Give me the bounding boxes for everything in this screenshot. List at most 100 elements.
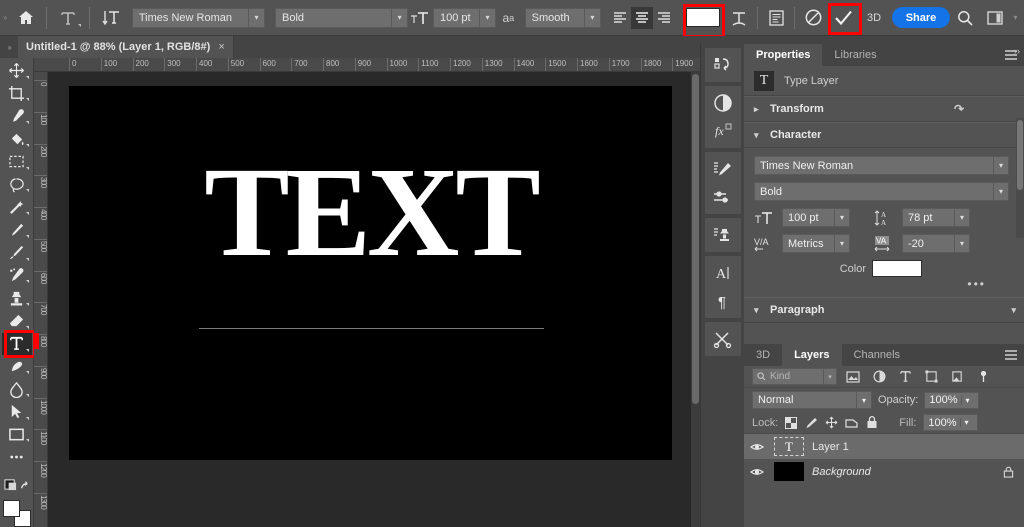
lock-position-icon[interactable]	[825, 416, 838, 429]
transform-section-header[interactable]: ▸ Transform ↷	[744, 96, 1024, 122]
clone-source-panel-icon[interactable]	[706, 221, 740, 249]
character-color-swatch[interactable]	[872, 260, 922, 277]
chevron-down-icon[interactable]: ▾	[391, 8, 408, 27]
clone-stamp-tool[interactable]	[2, 287, 32, 309]
eraser-tool[interactable]	[2, 310, 32, 332]
layer-styles-fx-icon[interactable]: fx	[706, 117, 740, 145]
character-font-style-select[interactable]: Bold ▾	[754, 182, 1009, 201]
align-left-button[interactable]	[609, 7, 631, 29]
tab-libraries[interactable]: Libraries	[822, 44, 888, 66]
chevron-down-icon[interactable]: ▾	[959, 418, 973, 427]
filter-shape-icon[interactable]	[921, 368, 941, 386]
rectangular-marquee-tool[interactable]	[2, 151, 32, 173]
chevron-down-icon[interactable]: ▾	[993, 157, 1008, 174]
toggle-text-orientation-button[interactable]	[94, 0, 128, 36]
horizontal-ruler[interactable]: 0 100 200 300 400 500 600 700 800 900 1000 1100 1200…	[34, 58, 700, 72]
warp-text-button[interactable]	[725, 3, 753, 33]
chevron-down-icon[interactable]: ▾	[856, 392, 871, 408]
chevron-down-icon[interactable]: ▾	[960, 395, 974, 405]
healing-brush-tool[interactable]	[2, 265, 32, 287]
crop-tool[interactable]	[2, 83, 32, 105]
document-tab[interactable]: Untitled-1 @ 88% (Layer 1, RGB/8#) ×	[18, 36, 234, 58]
lock-transparent-pixels-icon[interactable]	[785, 416, 798, 429]
pen-tool[interactable]	[2, 219, 32, 241]
chevron-down-icon[interactable]: ▾	[479, 8, 495, 27]
chevron-down-icon[interactable]: ▾	[834, 209, 849, 226]
fill-input[interactable]: 100% ▾	[923, 414, 978, 431]
panel-menu-icon[interactable]	[998, 44, 1024, 66]
eyedropper-tool[interactable]	[2, 105, 32, 127]
edit-toolbar-button[interactable]	[2, 446, 32, 468]
lock-all-icon[interactable]	[866, 416, 878, 429]
magic-wand-tool[interactable]	[2, 196, 32, 218]
paragraph-expand-icon[interactable]: ▾	[1011, 305, 1016, 316]
lock-image-pixels-icon[interactable]	[805, 417, 818, 429]
blend-mode-select[interactable]: Normal ▾	[752, 391, 872, 409]
table-row[interactable]: T Layer 1	[744, 434, 1024, 459]
character-kerning-select[interactable]: Metrics ▾	[782, 234, 850, 253]
commit-edits-button[interactable]	[827, 2, 862, 35]
filter-adjustment-icon[interactable]	[869, 368, 889, 386]
align-center-button[interactable]	[630, 6, 653, 29]
lasso-tool[interactable]	[2, 174, 32, 196]
chevron-down-icon[interactable]: ▾	[834, 235, 849, 252]
character-font-family-select[interactable]: Times New Roman ▾	[754, 156, 1009, 175]
blur-tool[interactable]	[2, 378, 32, 400]
layer-filter-kind-select[interactable]: Kind ▾	[752, 368, 837, 385]
close-icon[interactable]: ×	[218, 41, 224, 53]
vertical-ruler[interactable]: 0 100 200 300 400 500 600 700 800 900 1000 1100 1200…	[34, 72, 48, 527]
layer-visibility-toggle[interactable]	[750, 467, 766, 477]
dodge-tool[interactable]	[2, 356, 32, 378]
filter-enable-toggle[interactable]	[973, 368, 993, 386]
type-tool[interactable]	[1, 329, 36, 358]
font-family-select[interactable]: Times New Roman ▾	[131, 7, 266, 28]
adjustments-panel-icon[interactable]	[706, 89, 740, 117]
collapse-panels-icon[interactable]: ››	[1014, 46, 1020, 56]
panel-menu-icon[interactable]	[998, 344, 1024, 366]
share-button[interactable]: Share	[892, 7, 950, 28]
reset-icon[interactable]: ↷	[954, 102, 964, 116]
arrange-workspace-button[interactable]	[980, 3, 1010, 33]
character-leading-select[interactable]: 78 pt ▾	[902, 208, 970, 227]
chevron-down-icon[interactable]: ▾	[823, 369, 836, 384]
scrollbar-thumb[interactable]	[1017, 120, 1023, 190]
foreground-background-colors[interactable]	[2, 499, 32, 527]
layer-name[interactable]: Background	[812, 466, 871, 478]
path-selection-tool[interactable]	[2, 401, 32, 423]
canvas-vertical-scrollbar[interactable]	[691, 72, 700, 527]
layer-thumbnail[interactable]	[774, 462, 804, 481]
table-row[interactable]: Background	[744, 459, 1024, 484]
filter-smart-object-icon[interactable]	[947, 368, 967, 386]
text-color-swatch[interactable]	[685, 8, 720, 27]
paint-bucket-tool[interactable]	[2, 128, 32, 150]
chevron-down-icon[interactable]: ▾	[954, 235, 969, 252]
tools-panel-icon[interactable]	[706, 325, 740, 353]
brush-tool[interactable]	[2, 242, 32, 264]
paragraph-panel-icon[interactable]: ¶	[706, 287, 740, 315]
rectangle-tool[interactable]	[2, 424, 32, 446]
filter-type-icon[interactable]	[895, 368, 915, 386]
toggle-character-paragraph-panels-button[interactable]	[762, 3, 790, 33]
paragraph-section-header[interactable]: ▾ Paragraph ▾	[744, 297, 1024, 323]
character-font-size-select[interactable]: 100 pt ▾	[782, 208, 850, 227]
history-panel-icon[interactable]	[706, 51, 740, 79]
text-color-button[interactable]	[681, 3, 725, 38]
layer-visibility-toggle[interactable]	[750, 442, 766, 452]
move-tool[interactable]	[2, 60, 32, 82]
layer-name[interactable]: Layer 1	[812, 441, 849, 453]
chevron-down-icon[interactable]: ▾	[583, 8, 600, 27]
canvas-text-object[interactable]: TEXT	[69, 148, 672, 276]
canvas-area[interactable]: TEXT	[48, 72, 700, 527]
foreground-color-swatch[interactable]	[2, 499, 20, 517]
tab-layers[interactable]: Layers	[782, 344, 842, 366]
cancel-edits-button[interactable]	[799, 3, 827, 33]
artboard[interactable]: TEXT	[69, 86, 672, 460]
character-panel-icon[interactable]: A	[706, 259, 740, 287]
layer-thumbnail[interactable]: T	[774, 437, 804, 456]
search-button[interactable]	[950, 3, 980, 33]
font-size-select[interactable]: 100 pt ▾	[433, 7, 496, 28]
filter-pixel-icon[interactable]	[843, 368, 863, 386]
character-more-options-button[interactable]: •••	[754, 277, 1014, 291]
properties-scrollbar[interactable]	[1016, 118, 1024, 238]
tab-bar-grip[interactable]: ››	[0, 36, 18, 58]
